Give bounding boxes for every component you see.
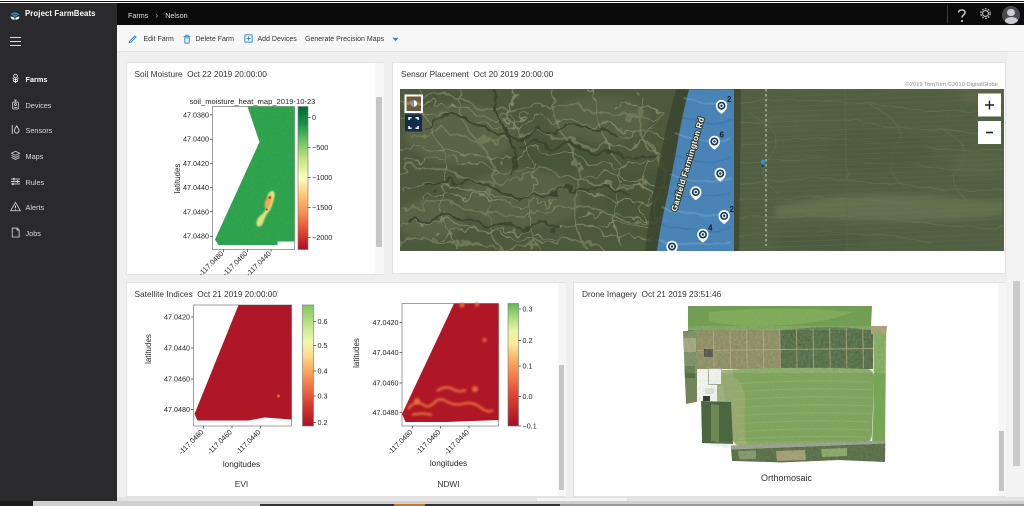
svg-text:2: 2 [730,205,735,214]
svg-text:0.2: 0.2 [317,418,327,427]
svg-text:0.1: 0.1 [522,362,532,371]
svg-text:−1500: −1500 [312,203,332,212]
svg-text:−1000: −1000 [312,173,332,182]
svg-text:-117.0460: -117.0460 [205,428,234,457]
svg-text:-117.0440: -117.0440 [233,428,262,457]
svg-text:47.0400: 47.0400 [183,134,209,143]
svg-text:soil_moisture_heat_map_2019-10: soil_moisture_heat_map_2019-10-23 [189,97,315,106]
svg-text:−0.1: −0.1 [522,422,536,431]
svg-text:47.0380: 47.0380 [183,110,209,119]
svg-text:47.0460: 47.0460 [164,375,190,384]
svg-text:47.0420: 47.0420 [164,313,190,322]
svg-text:47.0480: 47.0480 [183,231,209,240]
svg-text:-117.0440: -117.0440 [442,428,471,457]
svg-text:47.0440: 47.0440 [164,344,190,353]
svg-text:latitudes: latitudes [173,163,182,193]
svg-text:0.6: 0.6 [317,317,327,326]
svg-text:-117.0440: -117.0440 [244,249,273,276]
svg-text:-117.0480: -117.0480 [385,428,414,457]
svg-text:47.0460: 47.0460 [183,207,209,216]
svg-text:0.3: 0.3 [317,392,327,401]
svg-text:0: 0 [312,113,316,122]
svg-text:0.0: 0.0 [522,392,532,401]
svg-text:0.3: 0.3 [522,305,532,314]
svg-text:0.5: 0.5 [317,341,327,350]
svg-text:47.0420: 47.0420 [372,318,398,327]
svg-text:−2000: −2000 [312,233,332,242]
svg-text:−500: −500 [312,143,328,152]
svg-text:NDWI: NDWI [437,479,459,489]
svg-text:latitudes: latitudes [144,334,153,364]
svg-text:2: 2 [727,95,732,104]
svg-text:47.0440: 47.0440 [372,348,398,357]
svg-text:-117.0460: -117.0460 [413,428,442,457]
svg-text:47.0420: 47.0420 [183,158,209,167]
svg-text:47.0480: 47.0480 [164,405,190,414]
svg-text:EVI: EVI [234,479,248,489]
svg-text:longitudes: longitudes [429,459,466,468]
svg-text:47.0440: 47.0440 [183,183,209,192]
svg-text:47.0460: 47.0460 [372,379,398,388]
svg-text:0.2: 0.2 [522,336,532,345]
svg-text:47.0480: 47.0480 [372,408,398,417]
svg-text:latitudes: latitudes [352,338,361,368]
svg-text:longitudes: longitudes [222,460,259,469]
svg-text:0.4: 0.4 [317,367,327,376]
svg-text:6: 6 [720,130,725,139]
svg-text:4: 4 [708,223,713,232]
svg-text:-117.0480: -117.0480 [176,428,205,457]
